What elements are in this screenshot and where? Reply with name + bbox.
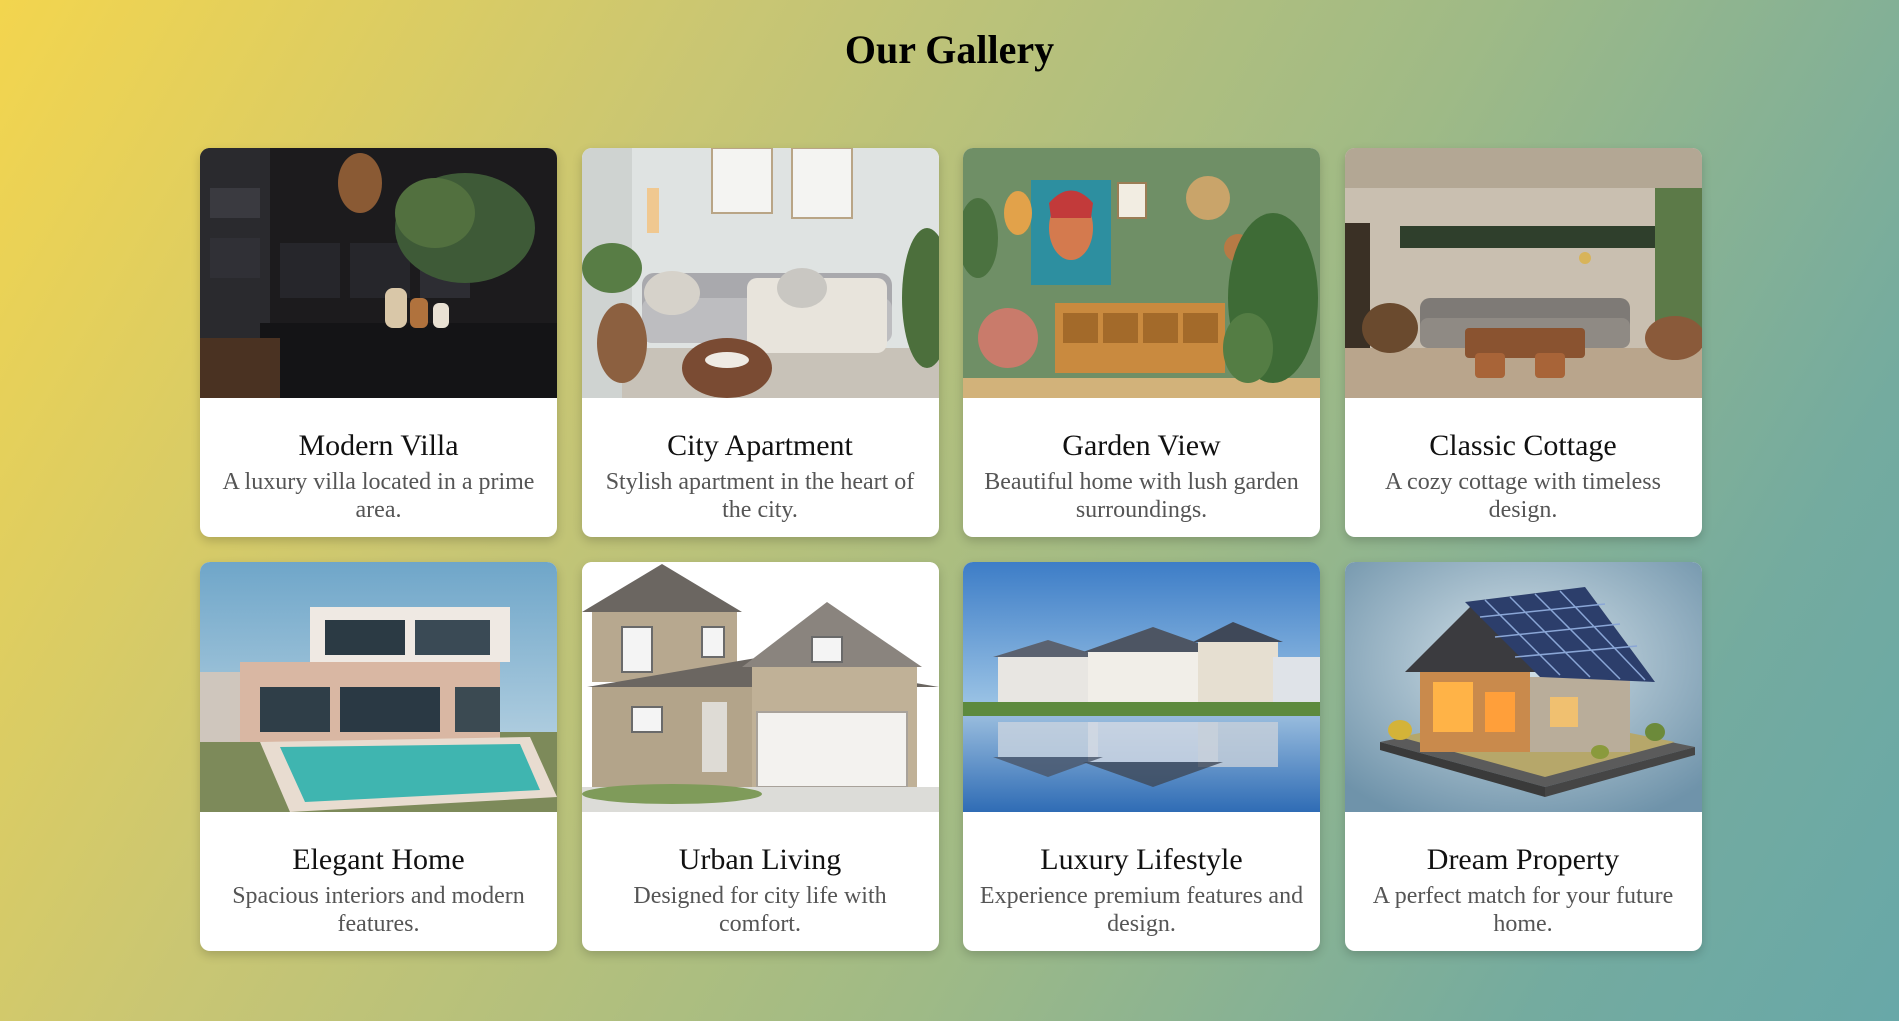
gallery-card-modern-villa[interactable]: Modern Villa A luxury villa located in a… — [200, 148, 557, 537]
card-title: Luxury Lifestyle — [1040, 843, 1243, 876]
gallery-card-urban-living[interactable]: Urban Living Designed for city life with… — [581, 562, 939, 951]
card-description: A perfect match for your future home. — [1372, 883, 1674, 937]
card-title: Modern Villa — [298, 429, 459, 462]
solar-house-image — [1344, 562, 1702, 812]
villa-pool-image — [200, 562, 557, 812]
card-description: Beautiful home with lush garden surround… — [984, 469, 1299, 523]
gallery-card-elegant-home[interactable]: Elegant Home Spacious interiors and mode… — [200, 562, 557, 951]
suburban-house-image — [581, 562, 939, 812]
card-title: Classic Cottage — [1429, 429, 1617, 462]
card-description: Designed for city life with comfort. — [633, 883, 887, 937]
waterfront-houses-image — [963, 562, 1320, 812]
card-title: City Apartment — [667, 429, 853, 462]
card-title: Urban Living — [678, 843, 842, 876]
gallery-card-luxury-lifestyle[interactable]: Luxury Lifestyle Experience premium feat… — [963, 562, 1320, 951]
card-description: A cozy cottage with timeless design. — [1385, 469, 1661, 523]
gallery-card-city-apartment[interactable]: City Apartment Stylish apartment in the … — [581, 148, 939, 537]
card-title: Garden View — [1062, 429, 1221, 462]
kitchen-interior-image — [200, 148, 557, 398]
card-description: Stylish apartment in the heart of the ci… — [605, 469, 915, 523]
living-room-image — [581, 148, 939, 398]
gallery-card-classic-cottage[interactable]: Classic Cottage A cozy cottage with time… — [1344, 148, 1702, 537]
gallery-grid: Modern Villa A luxury villa located in a… — [200, 148, 1702, 951]
gallery-card-dream-property[interactable]: Dream Property A perfect match for your … — [1344, 562, 1702, 951]
card-description: Spacious interiors and modern features. — [232, 883, 525, 937]
card-description: Experience premium features and design. — [979, 883, 1304, 937]
card-title: Dream Property — [1426, 843, 1620, 876]
card-description: A luxury villa located in a prime area. — [222, 469, 535, 523]
green-wall-room-image — [963, 148, 1320, 398]
gallery-card-garden-view[interactable]: Garden View Beautiful home with lush gar… — [963, 148, 1320, 537]
card-title: Elegant Home — [292, 843, 465, 876]
cottage-lounge-image — [1344, 148, 1702, 398]
page-title: Our Gallery — [844, 27, 1055, 72]
